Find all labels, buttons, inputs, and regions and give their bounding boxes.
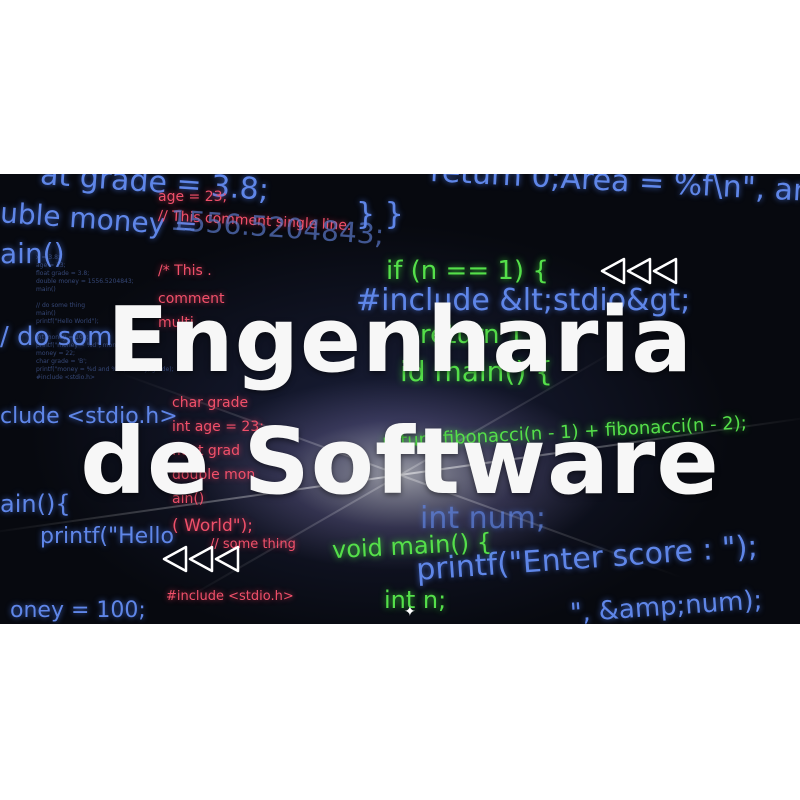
triple-left-chevron-icon (600, 257, 678, 285)
code-line: char grade (172, 395, 249, 411)
code-line: #include &lt;stdio&gt; (356, 283, 691, 318)
code-line: ( World"); (172, 516, 253, 536)
code-line: float grad (172, 443, 241, 459)
code-line: multi (158, 315, 194, 331)
code-line: return fibonacci(n - 1) + fibonacci(n - … (381, 412, 748, 453)
sparkle-icon: ✦ (404, 604, 416, 620)
code-line: int age = 23; (172, 419, 264, 435)
code-line: printf("Hello (40, 524, 174, 549)
code-line: id main() { (400, 355, 553, 388)
code-filler: x = 3.8; age = 23; float grade = 3.8; do… (36, 254, 174, 381)
code-line: comment (158, 291, 225, 307)
code-line: return 1; (420, 320, 534, 350)
code-line: ", &amp;num); (569, 585, 764, 624)
code-line: /* This . (158, 263, 212, 279)
code-line: oney = 100; (10, 598, 146, 623)
code-line: 1556.5204843; (169, 203, 386, 252)
code-line: ain() (172, 491, 205, 507)
code-line: age = 23; (158, 189, 228, 205)
code-line: #include <stdio.h> (166, 589, 294, 604)
code-banner-image: at grade = 3.8; uble money = ain() / do … (0, 174, 800, 624)
code-line: ain(){ (0, 490, 71, 518)
code-line: double mon (172, 467, 256, 483)
code-line: clude <stdio.h> (0, 404, 178, 429)
code-line: } } (356, 197, 404, 232)
code-line: return 0;Area = %f\n", ans); (429, 174, 800, 211)
code-line: if (n == 1) { (386, 256, 549, 286)
triple-left-chevron-icon (162, 545, 240, 573)
